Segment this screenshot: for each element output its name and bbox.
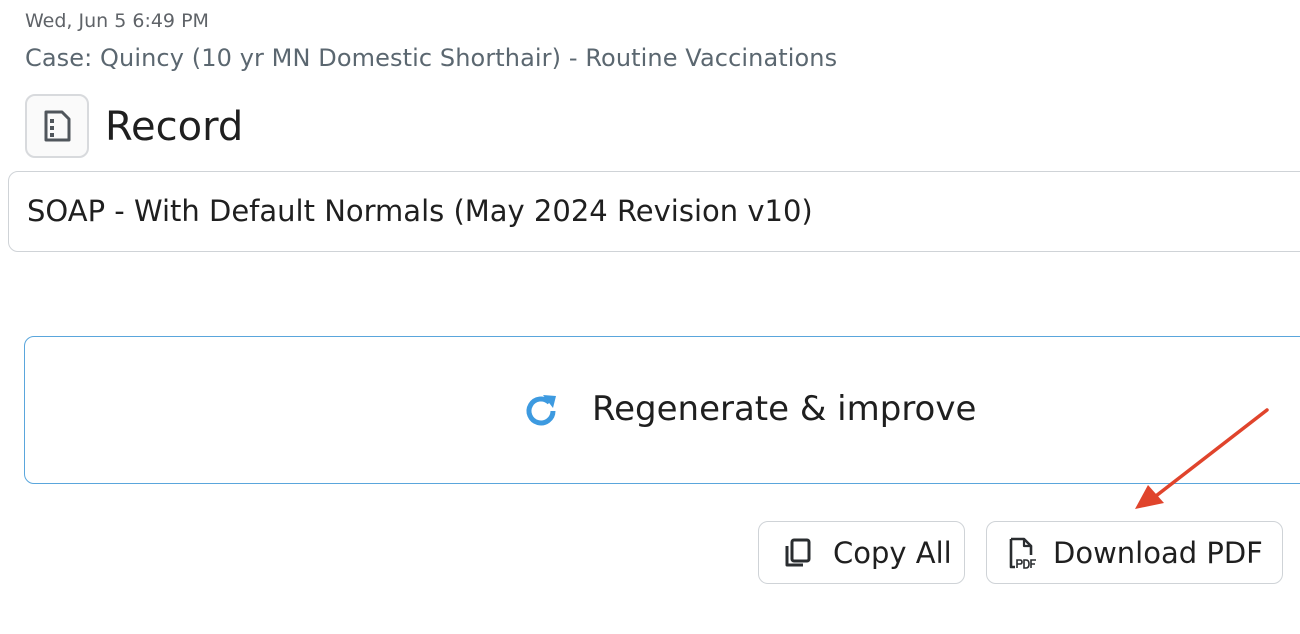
copy-icon [785,538,811,566]
pdf-file-icon [1009,537,1038,569]
case-title: Case: Quincy (10 yr MN Domestic Shorthai… [25,44,838,72]
timestamp: Wed, Jun 5 6:49 PM [25,10,209,32]
record-panel: Wed, Jun 5 6:49 PM Case: Quincy (10 yr M… [0,0,1300,634]
template-select[interactable]: SOAP - With Default Normals (May 2024 Re… [8,171,1300,252]
download-pdf-label: Download PDF [1053,535,1263,570]
copy-all-label: Copy All [833,535,952,570]
template-select-value: SOAP - With Default Normals (May 2024 Re… [27,194,813,228]
document-icon [44,110,71,142]
download-pdf-button[interactable]: Download PDF [986,521,1283,584]
regenerate-button[interactable]: Regenerate & improve [24,336,1300,484]
record-icon-container [25,94,89,158]
copy-all-button[interactable]: Copy All [758,521,965,584]
refresh-icon [526,395,556,426]
page-title: Record [105,104,244,150]
regenerate-label: Regenerate & improve [592,389,977,429]
